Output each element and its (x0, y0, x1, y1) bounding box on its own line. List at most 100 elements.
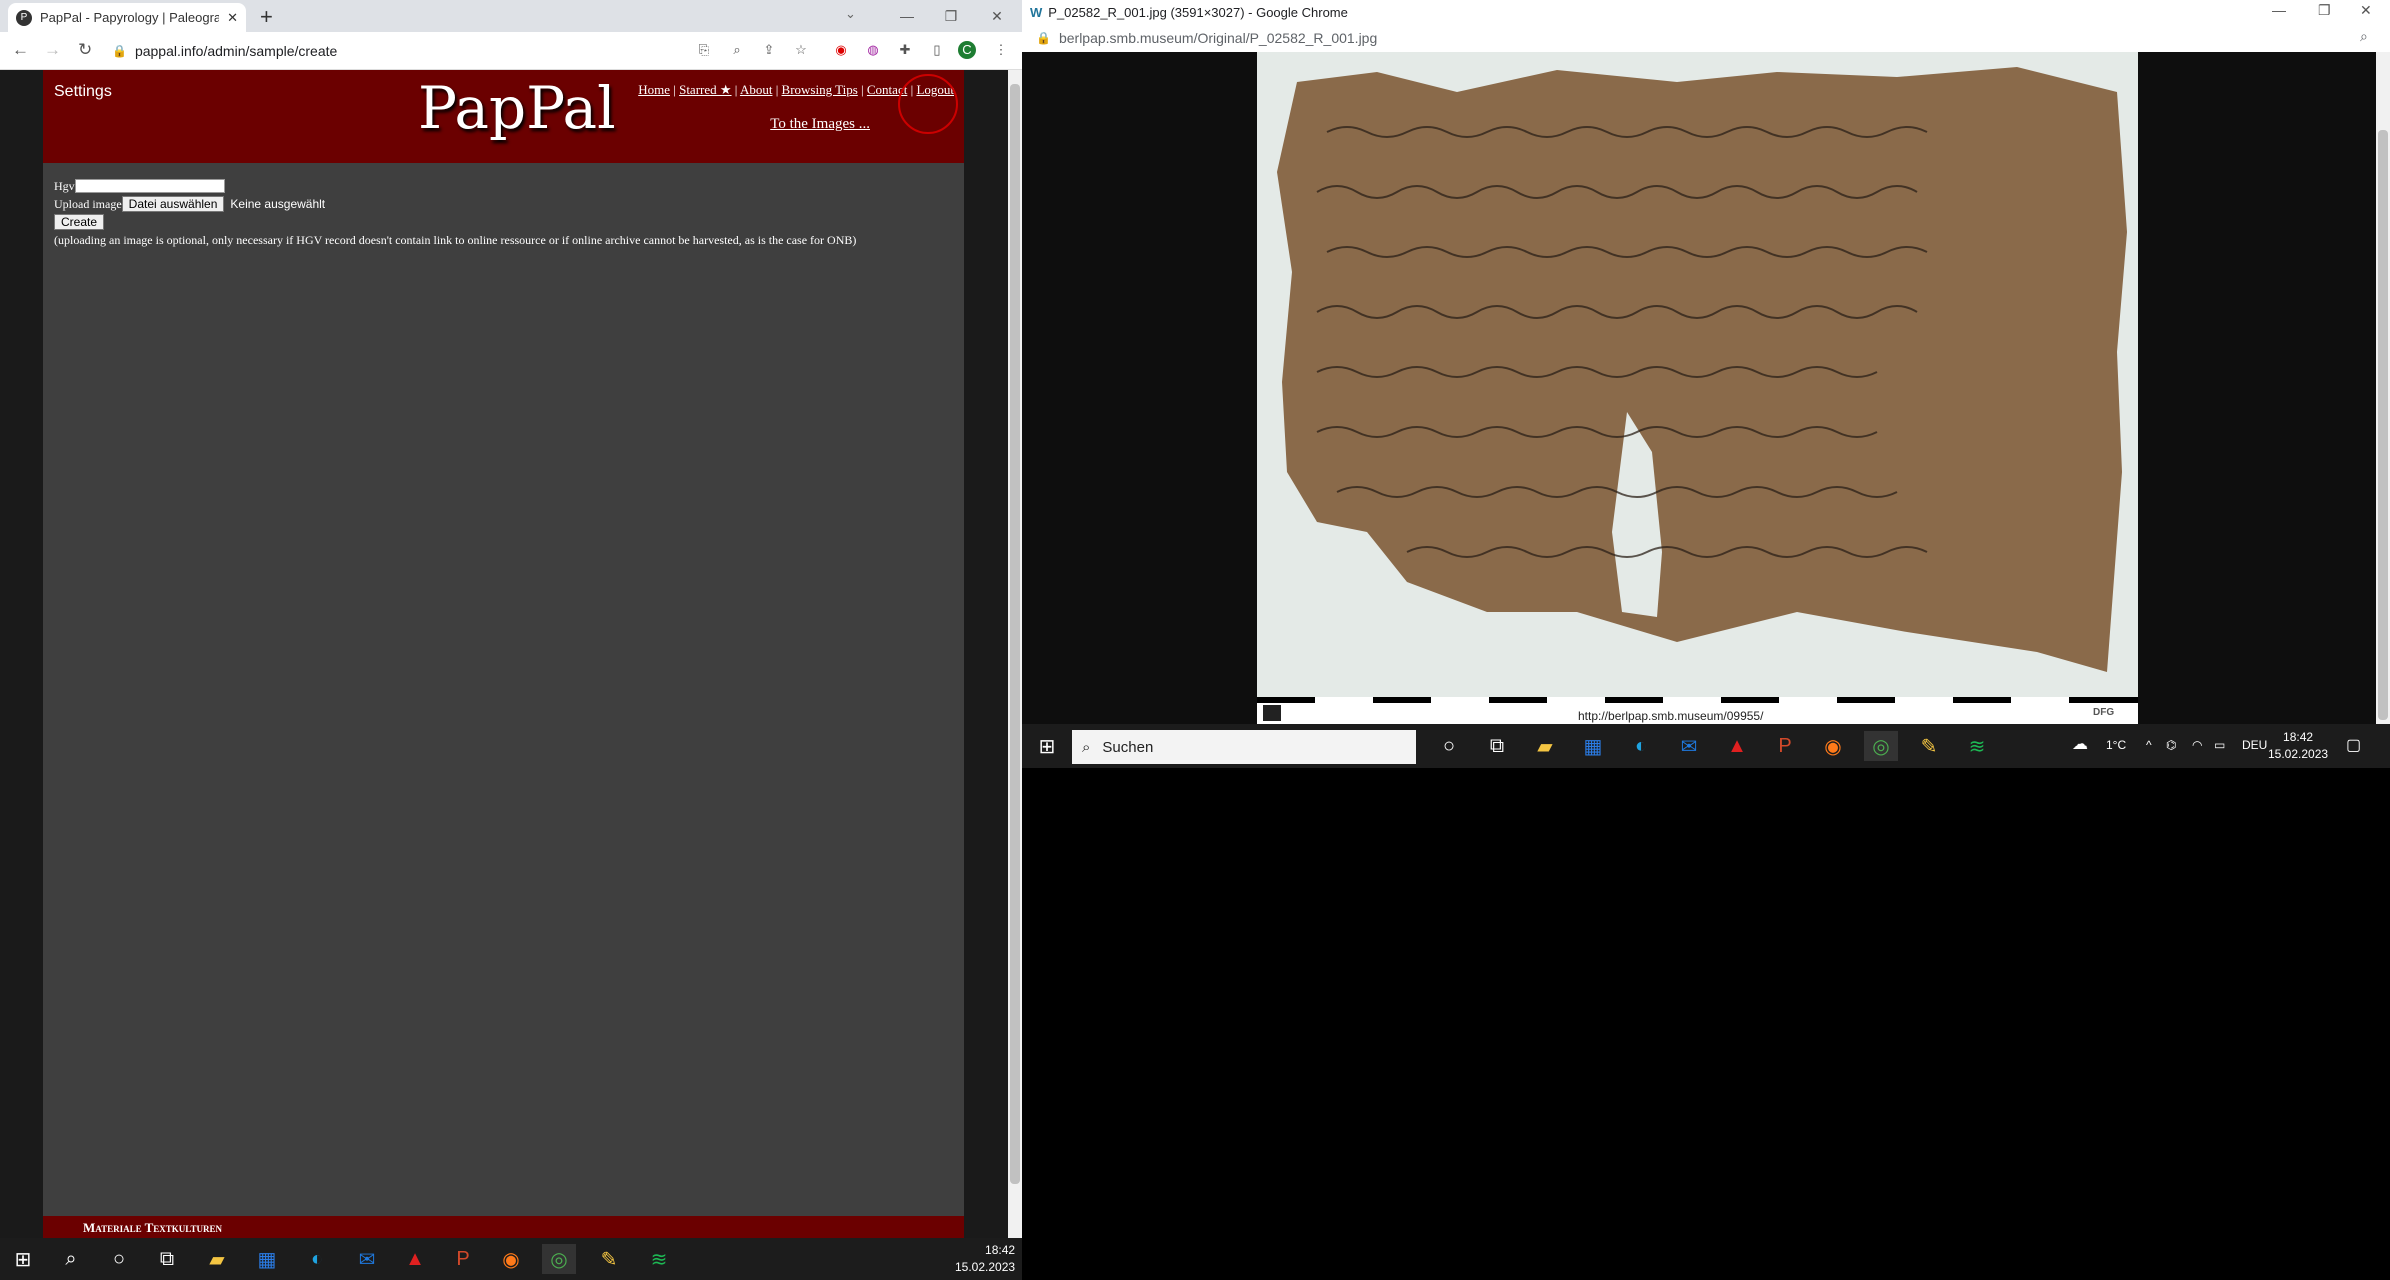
settings-link[interactable]: Settings (54, 83, 112, 101)
zoom-icon[interactable]: ⌕ (728, 41, 746, 59)
hgv-label: Hgv (54, 178, 75, 193)
taskbar-clock[interactable]: 18:42 15.02.2023 (955, 1242, 1015, 1276)
nav-about[interactable]: About (740, 82, 773, 97)
task-view-icon[interactable]: ⧉ (1480, 731, 1514, 761)
close-window-icon[interactable]: ✕ (976, 2, 1018, 30)
image-caption-url: http://berlpap.smb.museum/09955/ (1578, 709, 1764, 723)
notifications-icon[interactable]: ▢ (2346, 735, 2361, 755)
extension-icon[interactable]: ◉ (832, 41, 850, 59)
taskbar-search[interactable]: ⌕ Suchen (1072, 730, 1416, 764)
right-address-bar[interactable]: 🔒 berlpap.smb.museum/Original/P_02582_R_… (1022, 24, 2390, 52)
left-browser-window: P PapPal - Papyrology | Paleograph ✕ + ⌄… (0, 0, 1022, 1238)
edge-icon[interactable]: ◐ (300, 1244, 334, 1274)
edge-icon[interactable]: ◐ (1624, 731, 1658, 761)
acrobat-icon[interactable]: ▲ (1720, 731, 1754, 761)
footer-banner: Materiale Textkulturen (43, 1216, 964, 1238)
nav-starred[interactable]: Starred ★ (679, 82, 731, 97)
store-icon[interactable]: ▦ (1576, 731, 1610, 761)
site-logo[interactable]: PapPal (418, 74, 616, 142)
weather-icon[interactable]: ☁ (2072, 734, 2088, 754)
notes-icon[interactable]: ✎ (1912, 731, 1946, 761)
new-tab-icon[interactable]: + (260, 4, 273, 30)
upload-label: Upload image (54, 196, 122, 211)
powerpoint-icon[interactable]: P (446, 1244, 480, 1274)
firefox-icon[interactable]: ◉ (1816, 731, 1850, 761)
spotify-icon[interactable]: ≋ (1960, 731, 1994, 761)
profile-avatar[interactable]: C (958, 41, 976, 59)
to-images-link[interactable]: To the Images ... (770, 116, 870, 133)
lock-icon: 🔒 (1036, 31, 1051, 45)
tab-pappal[interactable]: P PapPal - Papyrology | Paleograph ✕ (8, 3, 246, 32)
zoom-icon[interactable]: ⌕ (2360, 28, 2368, 45)
wordpress-favicon-icon: W (1030, 4, 1043, 20)
cortana-icon[interactable]: ○ (102, 1244, 136, 1274)
back-icon[interactable]: ← (12, 40, 29, 60)
spotify-icon[interactable]: ≋ (642, 1244, 676, 1274)
acrobat-icon[interactable]: ▲ (398, 1244, 432, 1274)
firefox-icon[interactable]: ◉ (494, 1244, 528, 1274)
lock-icon: 🔒 (112, 44, 127, 58)
menu-icon[interactable]: ⋮ (992, 41, 1010, 59)
minimize-icon[interactable]: — (886, 2, 928, 30)
start-icon[interactable]: ⊞ (6, 1244, 40, 1274)
restore-icon[interactable]: ❐ (930, 2, 972, 30)
file-explorer-icon[interactable]: ▰ (1528, 731, 1562, 761)
header-banner: Settings PapPal Home | Starred ★ | About… (43, 70, 964, 163)
scrollbar-thumb[interactable] (2378, 130, 2388, 720)
choose-file-button[interactable]: Datei auswählen (121, 196, 225, 212)
search-icon: ⌕ (1082, 738, 1091, 756)
pappal-favicon-icon: P (16, 9, 32, 26)
extensions-puzzle-icon[interactable]: ✚ (896, 41, 914, 59)
reload-icon[interactable]: ↻ (78, 40, 92, 60)
right-window-titlebar: W P_02582_R_001.jpg (3591×3027) - Google… (1022, 0, 2390, 24)
mail-icon[interactable]: ✉ (1672, 731, 1706, 761)
tab-bar: P PapPal - Papyrology | Paleograph ✕ + ⌄… (0, 0, 1022, 32)
notes-icon[interactable]: ✎ (592, 1244, 626, 1274)
task-view-icon[interactable]: ⧉ (150, 1244, 184, 1274)
papyrus-image[interactable] (1257, 52, 2138, 724)
search-icon[interactable]: ⌕ (54, 1244, 88, 1274)
chrome-icon[interactable]: ◎ (542, 1244, 576, 1274)
bookmark-star-icon[interactable]: ☆ (792, 41, 810, 59)
nav-home[interactable]: Home (638, 82, 670, 97)
store-icon[interactable]: ▦ (250, 1244, 284, 1274)
pappal-page: Settings PapPal Home | Starred ★ | About… (43, 70, 964, 1238)
temperature[interactable]: 1°C (2106, 738, 2126, 752)
left-taskbar: ⊞ ⌕ ○ ⧉ ▰ ▦ ◐ ✉ ▲ P ◉ ◎ ✎ ≋ 18:42 15.02.… (0, 1238, 1022, 1280)
network-icon[interactable]: ⌬ (2166, 738, 2176, 752)
dfg-logo: DFG (2093, 707, 2115, 718)
nav-browsing-tips[interactable]: Browsing Tips (782, 82, 858, 97)
clock-time: 18:42 (985, 1243, 1016, 1257)
restore-icon[interactable]: ❐ (2318, 2, 2331, 19)
share-icon[interactable]: ⇪ (760, 41, 778, 59)
forward-icon[interactable]: → (44, 40, 61, 60)
file-explorer-icon[interactable]: ▰ (200, 1244, 234, 1274)
scrollbar-thumb[interactable] (1010, 84, 1020, 1184)
minimize-icon[interactable]: — (2272, 2, 2286, 18)
cortana-icon[interactable]: ○ (1432, 731, 1466, 761)
translate-icon[interactable]: ⎘ (695, 41, 713, 59)
language-indicator[interactable]: DEU (2242, 738, 2267, 752)
url-field[interactable]: 🔒 pappal.info/admin/sample/create (112, 38, 682, 64)
close-tab-icon[interactable]: ✕ (227, 10, 238, 26)
powerpoint-icon[interactable]: P (1768, 731, 1802, 761)
create-sample-form: Hgv Upload image Datei auswählen Keine a… (54, 177, 856, 249)
create-button[interactable]: Create (54, 214, 105, 230)
tray-chevron-icon[interactable]: ^ (2146, 738, 2152, 752)
close-window-icon[interactable]: ✕ (2360, 2, 2372, 19)
start-icon[interactable]: ⊞ (1030, 731, 1064, 761)
mail-icon[interactable]: ✉ (350, 1244, 384, 1274)
footer-text: Materiale Textkulturen (83, 1220, 222, 1235)
extension-icon-2[interactable]: ◍ (864, 41, 882, 59)
sidebar-icon[interactable]: ▯ (928, 41, 946, 59)
hgv-input[interactable] (74, 179, 225, 193)
search-placeholder: Suchen (1102, 738, 1154, 756)
tab-search-icon[interactable]: ⌄ (845, 6, 856, 22)
url-text: pappal.info/admin/sample/create (134, 43, 338, 59)
museum-logo (1263, 705, 1281, 721)
taskbar-clock[interactable]: 18:42 15.02.2023 (2268, 729, 2328, 763)
battery-icon[interactable]: ▭ (2214, 738, 2225, 752)
url-text: berlpap.smb.museum/Original/P_02582_R_00… (1058, 30, 1378, 46)
wifi-icon[interactable]: ◠ (2192, 738, 2202, 752)
chrome-icon[interactable]: ◎ (1864, 731, 1898, 761)
